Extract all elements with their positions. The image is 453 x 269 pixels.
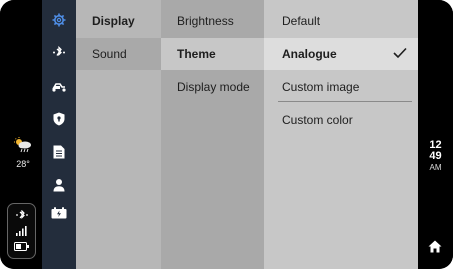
nav-security[interactable]: [42, 106, 76, 132]
nav-battery[interactable]: [42, 200, 76, 226]
bluetooth-icon: [53, 46, 65, 57]
theme-label: Custom color: [282, 113, 353, 127]
option-label: Theme: [177, 47, 216, 61]
checkmark-icon: [393, 47, 407, 59]
dashboard-screen: 28° Display Sound Brightness Theme Displ…: [0, 0, 453, 269]
temperature-label: 28°: [16, 159, 30, 169]
option-brightness[interactable]: Brightness: [161, 5, 264, 37]
document-icon: [53, 145, 65, 159]
bluetooth-icon: [16, 210, 28, 219]
theme-custom-color[interactable]: Custom color: [264, 104, 418, 136]
option-label: Display mode: [177, 80, 250, 94]
settings-nav-rail: [42, 0, 76, 269]
shield-icon: [53, 112, 65, 126]
theme-analogue[interactable]: Analogue: [264, 38, 418, 70]
option-theme[interactable]: Theme: [161, 38, 264, 70]
category-sound[interactable]: Sound: [76, 38, 161, 70]
theme-custom-image[interactable]: Custom image: [264, 71, 418, 103]
connection-status-box: [7, 203, 36, 259]
theme-label: Custom image: [282, 80, 360, 94]
weather-widget: 28°: [11, 137, 35, 169]
battery-icon: [14, 242, 29, 251]
gear-icon: [52, 13, 66, 27]
clock: 12 49 AM: [418, 140, 453, 173]
clock-minute: 49: [429, 150, 442, 162]
display-options-column: Brightness Theme Display mode: [161, 0, 264, 269]
divider: [278, 101, 412, 102]
option-label: Brightness: [177, 14, 234, 28]
nav-vehicle[interactable]: [42, 73, 76, 99]
theme-label: Default: [282, 14, 321, 28]
nav-profile[interactable]: [42, 172, 76, 198]
category-label: Sound: [92, 47, 127, 61]
category-column: Display Sound: [76, 0, 161, 269]
theme-options-column: Default Analogue Custom image Custom col…: [264, 0, 418, 269]
scooter-icon: [52, 83, 66, 92]
category-label: Display: [92, 14, 135, 28]
nav-bluetooth[interactable]: [42, 40, 76, 66]
left-status-strip: 28°: [0, 0, 42, 269]
clock-ampm: AM: [429, 163, 442, 172]
partly-cloudy-rain-icon: [14, 137, 31, 153]
home-button[interactable]: [428, 240, 442, 258]
nav-settings[interactable]: [42, 7, 76, 33]
right-status-strip: [418, 0, 453, 269]
option-display-mode[interactable]: Display mode: [161, 71, 264, 103]
theme-label: Analogue: [282, 47, 337, 61]
user-icon: [53, 179, 65, 192]
nav-documents[interactable]: [42, 139, 76, 165]
battery-charging-icon: [51, 207, 67, 219]
signal-icon: [16, 226, 27, 236]
home-icon: [428, 240, 442, 253]
theme-default[interactable]: Default: [264, 5, 418, 37]
category-display[interactable]: Display: [76, 5, 161, 37]
